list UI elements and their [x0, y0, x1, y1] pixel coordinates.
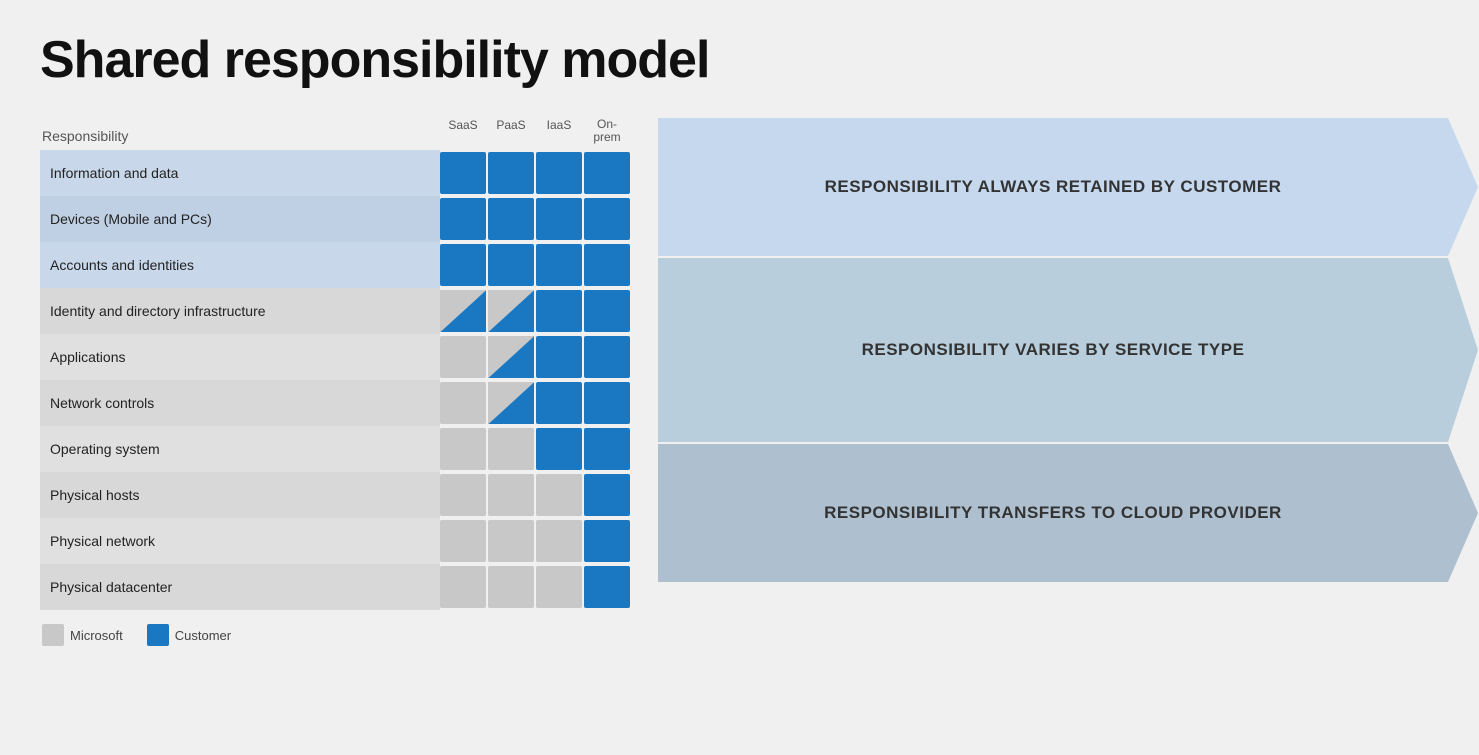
table-row: Identity and directory infrastructure — [40, 288, 650, 334]
row-cells — [440, 242, 630, 288]
row-label: Physical datacenter — [40, 564, 440, 610]
arrow-text-2: RESPONSIBILITY VARIES BY SERVICE TYPE — [658, 340, 1478, 360]
legend-box-customer — [147, 624, 169, 646]
page-title: Shared responsibility model — [40, 30, 1439, 90]
table-row: Applications — [40, 334, 650, 380]
cell-gray — [440, 336, 486, 378]
cell-gray — [440, 428, 486, 470]
arrows-panel: RESPONSIBILITY ALWAYS RETAINED BY CUSTOM… — [658, 118, 1478, 610]
arrow-3: RESPONSIBILITY TRANSFERS TO CLOUD PROVID… — [658, 444, 1478, 582]
cell-blue — [584, 152, 630, 194]
col-headers: SaaS PaaS IaaS On-prem — [440, 118, 630, 144]
cell-blue — [488, 198, 534, 240]
cell-gray — [536, 520, 582, 562]
legend: Microsoft Customer — [42, 624, 1439, 646]
cell-half — [488, 382, 534, 424]
cell-blue — [584, 474, 630, 516]
cell-blue — [584, 336, 630, 378]
table-row: Devices (Mobile and PCs) — [40, 196, 650, 242]
cell-gray — [440, 566, 486, 608]
row-cells — [440, 426, 630, 472]
col-paas: PaaS — [488, 118, 534, 144]
cell-blue — [584, 428, 630, 470]
legend-box-microsoft — [42, 624, 64, 646]
row-label: Physical network — [40, 518, 440, 564]
slide: Shared responsibility model Responsibili… — [0, 0, 1479, 755]
arrow-text-3: RESPONSIBILITY TRANSFERS TO CLOUD PROVID… — [658, 503, 1478, 523]
row-label: Physical hosts — [40, 472, 440, 518]
row-cells — [440, 288, 630, 334]
cell-blue — [440, 152, 486, 194]
table-row: Information and data — [40, 150, 650, 196]
row-cells — [440, 150, 630, 196]
cell-gray — [440, 520, 486, 562]
cell-gray — [488, 566, 534, 608]
table-row: Accounts and identities — [40, 242, 650, 288]
arrow-1: RESPONSIBILITY ALWAYS RETAINED BY CUSTOM… — [658, 118, 1478, 256]
cell-blue — [536, 244, 582, 286]
cell-blue — [584, 382, 630, 424]
cell-blue — [584, 244, 630, 286]
cell-blue — [440, 244, 486, 286]
cell-half — [440, 290, 486, 332]
cell-blue — [536, 428, 582, 470]
cell-blue — [536, 152, 582, 194]
arrow-2: RESPONSIBILITY VARIES BY SERVICE TYPE — [658, 258, 1478, 442]
cell-blue — [536, 290, 582, 332]
cell-blue — [584, 198, 630, 240]
row-label: Accounts and identities — [40, 242, 440, 288]
cell-gray — [440, 474, 486, 516]
table-row: Network controls — [40, 380, 650, 426]
cell-gray — [440, 382, 486, 424]
row-label: Operating system — [40, 426, 440, 472]
cell-blue — [488, 152, 534, 194]
responsibility-table: Responsibility SaaS PaaS IaaS On-prem In… — [40, 118, 650, 610]
table-row: Physical datacenter — [40, 564, 650, 610]
row-label: Network controls — [40, 380, 440, 426]
row-cells — [440, 564, 630, 610]
row-cells — [440, 380, 630, 426]
cell-blue — [536, 336, 582, 378]
cell-gray — [488, 474, 534, 516]
table-header: Responsibility SaaS PaaS IaaS On-prem — [40, 118, 650, 150]
row-label: Devices (Mobile and PCs) — [40, 196, 440, 242]
cell-blue — [584, 520, 630, 562]
row-cells — [440, 196, 630, 242]
cell-gray — [488, 428, 534, 470]
cell-gray — [488, 520, 534, 562]
legend-microsoft: Microsoft — [42, 624, 123, 646]
cell-blue — [488, 244, 534, 286]
legend-customer: Customer — [147, 624, 231, 646]
arrow-text-1: RESPONSIBILITY ALWAYS RETAINED BY CUSTOM… — [658, 177, 1478, 197]
cell-blue — [584, 566, 630, 608]
row-label: Applications — [40, 334, 440, 380]
row-cells — [440, 334, 630, 380]
legend-label-customer: Customer — [175, 628, 231, 643]
col-onprem: On-prem — [584, 118, 630, 144]
col-iaas: IaaS — [536, 118, 582, 144]
table-row: Operating system — [40, 426, 650, 472]
col-header-responsibility: Responsibility — [40, 128, 440, 144]
cell-blue — [584, 290, 630, 332]
row-label: Identity and directory infrastructure — [40, 288, 440, 334]
table-row: Physical network — [40, 518, 650, 564]
cell-blue — [536, 382, 582, 424]
legend-label-microsoft: Microsoft — [70, 628, 123, 643]
row-label: Information and data — [40, 150, 440, 196]
cell-blue — [536, 198, 582, 240]
cell-half — [488, 290, 534, 332]
row-cells — [440, 472, 630, 518]
cell-gray — [536, 474, 582, 516]
cell-gray — [536, 566, 582, 608]
cell-blue — [440, 198, 486, 240]
row-cells — [440, 518, 630, 564]
table-row: Physical hosts — [40, 472, 650, 518]
cell-half — [488, 336, 534, 378]
col-saas: SaaS — [440, 118, 486, 144]
table-body: Information and dataDevices (Mobile and … — [40, 150, 650, 610]
